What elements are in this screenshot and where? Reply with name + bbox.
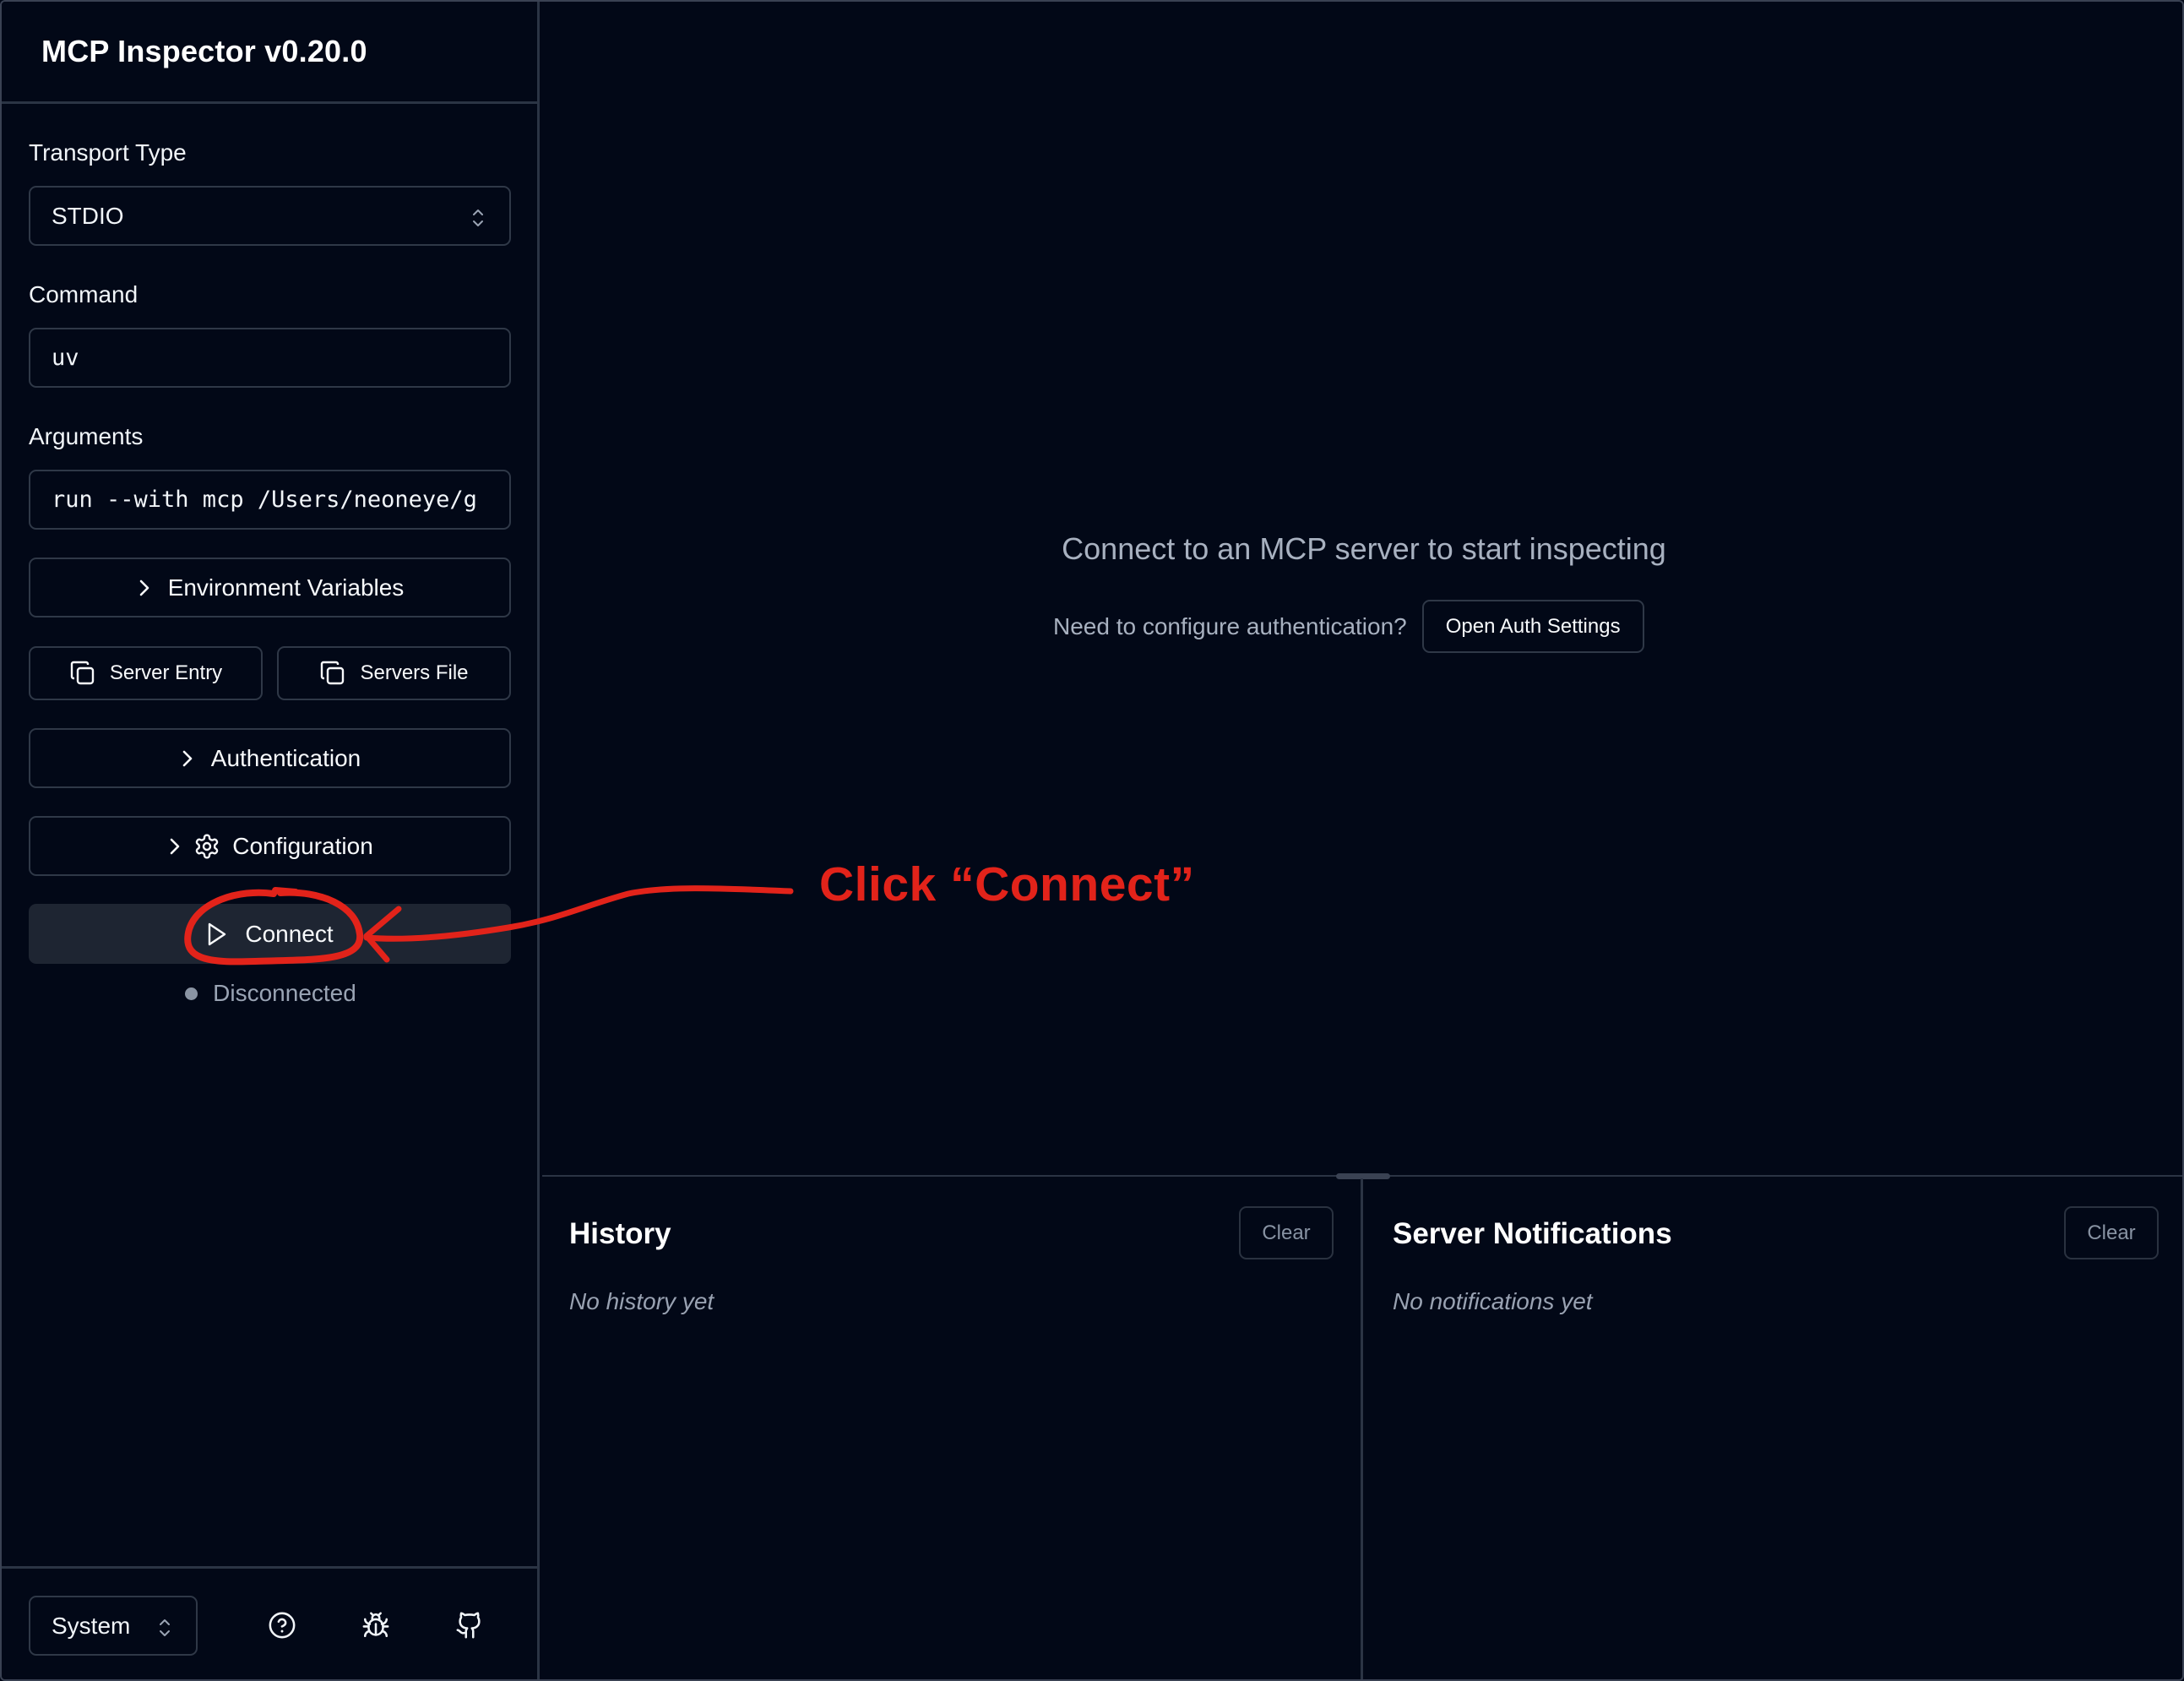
- configuration-button[interactable]: Configuration: [29, 816, 511, 876]
- auth-question: Need to configure authentication?: [1053, 612, 1407, 639]
- transport-type-select[interactable]: STDIO: [29, 186, 511, 246]
- empty-state-title: Connect to an MCP server to start inspec…: [1062, 531, 1666, 566]
- history-title: History: [569, 1217, 671, 1250]
- notifications-empty-text: No notifications yet: [1393, 1288, 1593, 1314]
- theme-value: System: [52, 1612, 131, 1639]
- configuration-label: Configuration: [232, 832, 373, 859]
- environment-variables-button[interactable]: Environment Variables: [29, 558, 511, 617]
- chevron-up-down-icon: [473, 209, 483, 226]
- transport-type-value: STDIO: [52, 202, 124, 229]
- server-entry-label: Server Entry: [109, 661, 223, 684]
- servers-file-label: Servers File: [360, 661, 469, 684]
- arguments-input[interactable]: run --with mcp /Users/neoneye/g: [29, 470, 511, 530]
- status-dot: [185, 987, 198, 1000]
- play-icon: [206, 922, 228, 947]
- arguments-label: Arguments: [29, 423, 144, 449]
- copy-icon: [69, 660, 96, 687]
- chevron-right-icon: [166, 836, 183, 857]
- notifications-clear-button[interactable]: Clear: [2064, 1206, 2159, 1259]
- chevron-up-down-icon: [160, 1619, 170, 1636]
- command-label: Command: [29, 281, 139, 307]
- environment-variables-label: Environment Variables: [167, 574, 405, 601]
- theme-select[interactable]: System: [29, 1596, 198, 1656]
- history-clear-button[interactable]: Clear: [1239, 1206, 1334, 1259]
- main-area: Connect to an MCP server to start inspec…: [542, 2, 2182, 1679]
- history-empty-text: No history yet: [569, 1288, 714, 1314]
- auth-prompt: Need to configure authentication? Open A…: [1053, 600, 1644, 653]
- notifications-panel: Server Notifications Clear No notificati…: [1366, 1178, 2182, 1679]
- annotation-text: Click “Connect”: [819, 857, 1195, 911]
- transport-type-label: Transport Type: [29, 139, 187, 166]
- history-panel: History Clear No history yet: [542, 1178, 1363, 1679]
- status-text: Disconnected: [213, 980, 356, 1006]
- connect-button[interactable]: Connect: [29, 904, 511, 964]
- chevron-right-icon: [136, 578, 153, 598]
- server-entry-button[interactable]: Server Entry: [29, 646, 263, 700]
- connect-label: Connect: [245, 920, 334, 947]
- main-content: Connect to an MCP server to start inspec…: [542, 2, 2182, 1177]
- help-circle-icon[interactable]: [263, 1606, 302, 1645]
- command-input[interactable]: uv: [29, 328, 511, 388]
- gear-icon: [193, 833, 220, 860]
- app-window: MCP Inspector v0.20.0 Transport Type STD…: [0, 0, 2184, 1681]
- sidebar-footer: System: [2, 1566, 540, 1679]
- connection-status: Disconnected: [2, 980, 540, 1007]
- sidebar-header: MCP Inspector v0.20.0: [2, 2, 537, 104]
- servers-file-button[interactable]: Servers File: [277, 646, 511, 700]
- copy-icon: [319, 660, 346, 687]
- authentication-label: Authentication: [210, 744, 361, 771]
- chevron-right-icon: [179, 748, 196, 769]
- bug-icon[interactable]: [356, 1606, 395, 1645]
- authentication-button[interactable]: Authentication: [29, 728, 511, 788]
- app-title: MCP Inspector v0.20.0: [41, 34, 367, 68]
- sidebar: MCP Inspector v0.20.0 Transport Type STD…: [2, 2, 540, 1679]
- github-icon[interactable]: [450, 1606, 489, 1645]
- open-auth-settings-button[interactable]: Open Auth Settings: [1421, 600, 1644, 653]
- notifications-title: Server Notifications: [1393, 1217, 1672, 1250]
